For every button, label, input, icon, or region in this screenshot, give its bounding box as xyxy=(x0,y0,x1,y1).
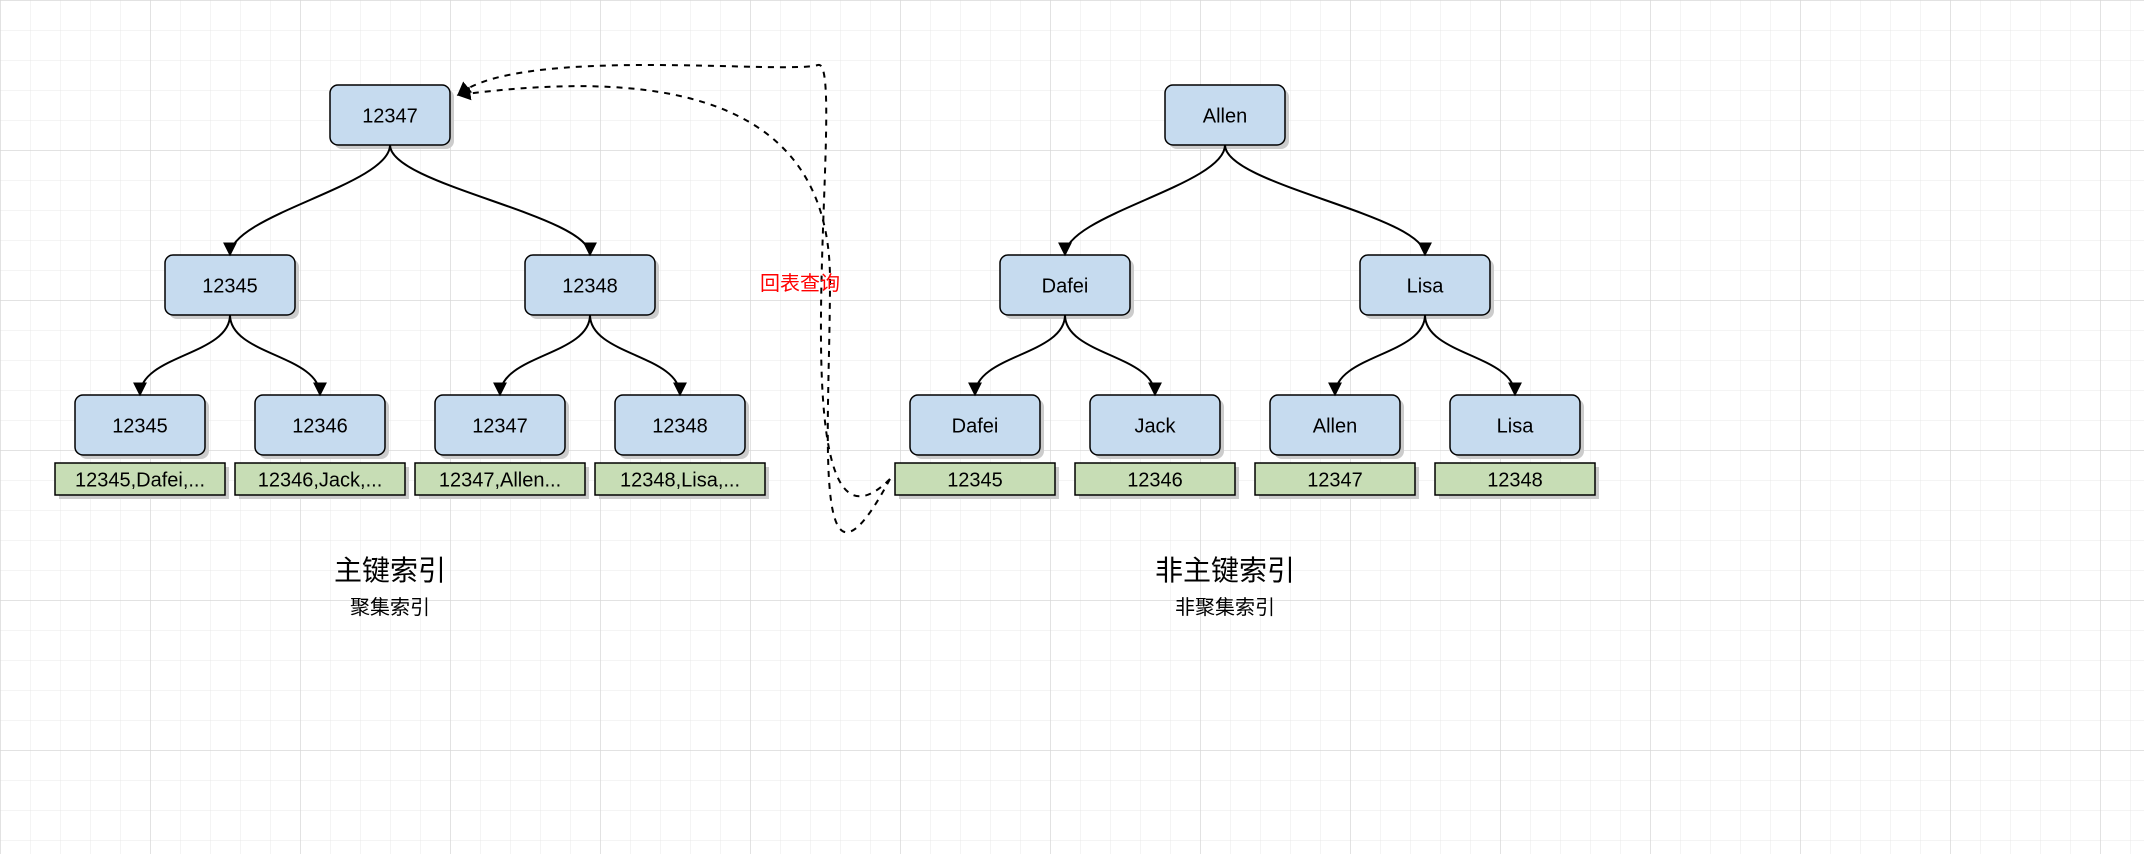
left-data-3-label: 12348,Lisa,... xyxy=(620,469,740,491)
right-data-1-label: 12346 xyxy=(1127,469,1183,491)
left-leaf-1-label: 12346 xyxy=(292,415,348,437)
left-leaf-0-label: 12345 xyxy=(112,415,168,437)
right-data-3-label: 12348 xyxy=(1487,469,1543,491)
right-leaf-2-label: Allen xyxy=(1313,415,1357,437)
lookup-label: 回表查询 xyxy=(760,272,840,295)
left-data-2-label: 12347,Allen... xyxy=(439,469,561,491)
left-leaf-2-label: 12347 xyxy=(472,415,528,437)
right-subtitle: 非聚集索引 xyxy=(1175,596,1275,619)
index-diagram: 12347 12345 12348 12345 12346 12347 12348 12345… xyxy=(0,0,2144,854)
left-subtitle: 聚集索引 xyxy=(350,596,430,619)
right-title: 非主键索引 xyxy=(1155,555,1295,586)
right-leaf-1-label: Jack xyxy=(1134,415,1176,437)
left-data-0-label: 12345,Dafei,... xyxy=(75,469,205,491)
right-mid-0-label: Dafei xyxy=(1042,275,1089,297)
right-leaf-3-label: Lisa xyxy=(1497,415,1535,437)
right-data-0-label: 12345 xyxy=(947,469,1003,491)
right-data-2-label: 12347 xyxy=(1307,469,1363,491)
left-mid-0-label: 12345 xyxy=(202,275,258,297)
right-root-label: Allen xyxy=(1203,105,1247,127)
left-data-1-label: 12346,Jack,... xyxy=(258,469,383,491)
left-root-label: 12347 xyxy=(362,105,418,127)
right-leaf-0-label: Dafei xyxy=(952,415,999,437)
left-leaf-3-label: 12348 xyxy=(652,415,708,437)
left-title: 主键索引 xyxy=(334,555,446,586)
left-mid-1-label: 12348 xyxy=(562,275,618,297)
right-mid-1-label: Lisa xyxy=(1407,275,1445,297)
